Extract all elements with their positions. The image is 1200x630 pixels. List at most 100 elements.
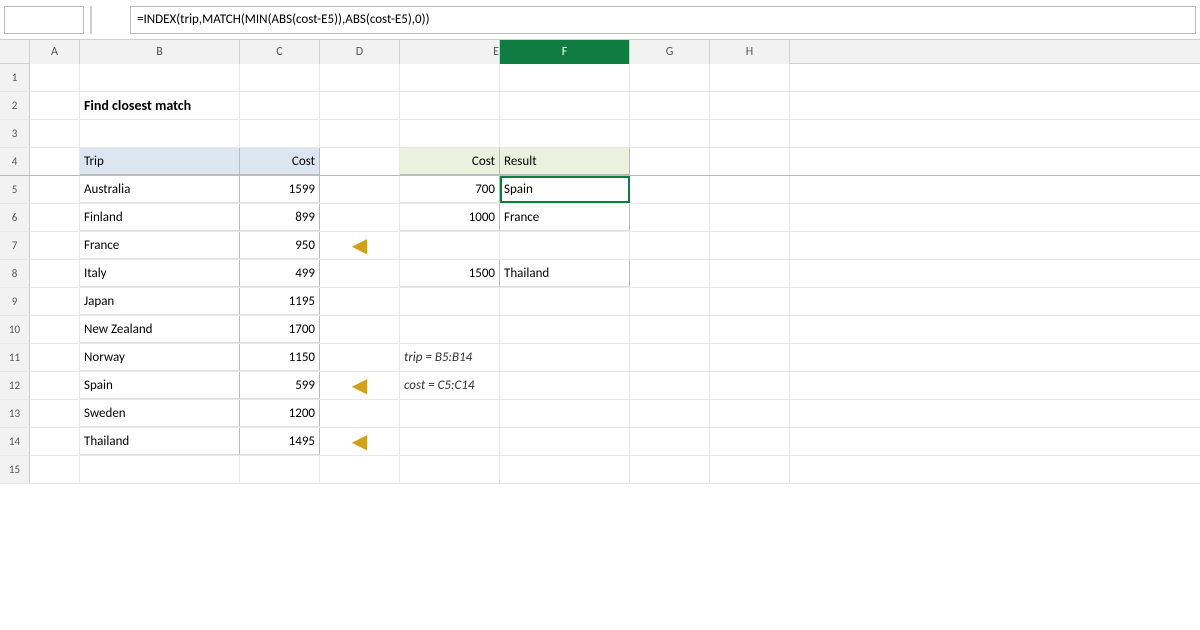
cell-b3[interactable] <box>80 120 240 147</box>
cell-reference-box[interactable] <box>4 6 84 34</box>
col-header-e[interactable]: E <box>400 40 500 64</box>
cell-c12[interactable]: 599 <box>240 372 320 399</box>
cell-a15[interactable] <box>30 456 80 483</box>
cell-b13[interactable]: Sweden <box>80 400 240 427</box>
cell-c2[interactable] <box>240 92 320 119</box>
cell-d10[interactable] <box>320 316 400 343</box>
cell-g4[interactable] <box>630 148 710 175</box>
cell-h1[interactable] <box>710 64 790 91</box>
cell-h9[interactable] <box>710 288 790 315</box>
cell-c1[interactable] <box>240 64 320 91</box>
col-header-b[interactable]: B <box>80 40 240 64</box>
cell-a11[interactable] <box>30 344 80 371</box>
cell-f1[interactable] <box>500 64 630 91</box>
cell-f7[interactable] <box>500 232 630 259</box>
cell-a3[interactable] <box>30 120 80 147</box>
col-header-f[interactable]: F <box>500 40 630 64</box>
cell-e15[interactable] <box>400 456 500 483</box>
cell-g15[interactable] <box>630 456 710 483</box>
cell-e12[interactable]: cost = C5:C14 <box>400 372 500 399</box>
cell-d9[interactable] <box>320 288 400 315</box>
cell-b14[interactable]: Thailand <box>80 428 240 455</box>
cell-g13[interactable] <box>630 400 710 427</box>
cell-f5[interactable]: Spain <box>500 176 630 203</box>
cell-g2[interactable] <box>630 92 710 119</box>
cell-c8[interactable]: 499 <box>240 260 320 287</box>
cell-g10[interactable] <box>630 316 710 343</box>
cell-a1[interactable] <box>30 64 80 91</box>
cell-d8[interactable] <box>320 260 400 287</box>
cell-c11[interactable]: 1150 <box>240 344 320 371</box>
cell-d15[interactable] <box>320 456 400 483</box>
cell-a4[interactable] <box>30 148 80 175</box>
cell-f9[interactable] <box>500 288 630 315</box>
cell-e1[interactable] <box>400 64 500 91</box>
cell-a7[interactable] <box>30 232 80 259</box>
cell-b7[interactable]: France <box>80 232 240 259</box>
col-header-c[interactable]: C <box>240 40 320 64</box>
cell-c13[interactable]: 1200 <box>240 400 320 427</box>
cell-h10[interactable] <box>710 316 790 343</box>
cell-c15[interactable] <box>240 456 320 483</box>
cell-c9[interactable]: 1195 <box>240 288 320 315</box>
cell-a13[interactable] <box>30 400 80 427</box>
cell-c4-header[interactable]: Cost <box>240 148 320 175</box>
cell-e5[interactable]: 700 <box>400 176 500 203</box>
cell-d5[interactable] <box>320 176 400 203</box>
cell-a2[interactable] <box>30 92 80 119</box>
cell-h14[interactable] <box>710 428 790 455</box>
cell-e11[interactable]: trip = B5:B14 <box>400 344 500 371</box>
cell-a8[interactable] <box>30 260 80 287</box>
cell-b15[interactable] <box>80 456 240 483</box>
cell-g1[interactable] <box>630 64 710 91</box>
cell-d6[interactable] <box>320 204 400 231</box>
cell-d11[interactable] <box>320 344 400 371</box>
cell-h11[interactable] <box>710 344 790 371</box>
cell-e8[interactable]: 1500 <box>400 260 500 287</box>
cell-b12[interactable]: Spain <box>80 372 240 399</box>
col-header-a[interactable]: A <box>30 40 80 64</box>
cell-h2[interactable] <box>710 92 790 119</box>
cell-f6[interactable]: France <box>500 204 630 231</box>
cell-h5[interactable] <box>710 176 790 203</box>
cell-h7[interactable] <box>710 232 790 259</box>
cell-c5[interactable]: 1599 <box>240 176 320 203</box>
cell-d1[interactable] <box>320 64 400 91</box>
cell-f13[interactable] <box>500 400 630 427</box>
cell-h4[interactable] <box>710 148 790 175</box>
cell-a9[interactable] <box>30 288 80 315</box>
cell-h3[interactable] <box>710 120 790 147</box>
cell-b6[interactable]: Finland <box>80 204 240 231</box>
cell-e3[interactable] <box>400 120 500 147</box>
cell-e2[interactable] <box>400 92 500 119</box>
cell-g6[interactable] <box>630 204 710 231</box>
cell-d2[interactable] <box>320 92 400 119</box>
cell-h6[interactable] <box>710 204 790 231</box>
cell-c10[interactable]: 1700 <box>240 316 320 343</box>
cell-a5[interactable] <box>30 176 80 203</box>
cell-g8[interactable] <box>630 260 710 287</box>
cell-f4-header[interactable]: Result <box>500 148 630 175</box>
col-header-d[interactable]: D <box>320 40 400 64</box>
cell-f11[interactable] <box>500 344 630 371</box>
cell-g3[interactable] <box>630 120 710 147</box>
cell-g12[interactable] <box>630 372 710 399</box>
cell-g14[interactable] <box>630 428 710 455</box>
cell-b9[interactable]: Japan <box>80 288 240 315</box>
cell-f10[interactable] <box>500 316 630 343</box>
cell-g9[interactable] <box>630 288 710 315</box>
cell-a14[interactable] <box>30 428 80 455</box>
cell-a12[interactable] <box>30 372 80 399</box>
cell-g7[interactable] <box>630 232 710 259</box>
cell-a10[interactable] <box>30 316 80 343</box>
cell-g11[interactable] <box>630 344 710 371</box>
col-header-g[interactable]: G <box>630 40 710 64</box>
cell-e4-header[interactable]: Cost <box>400 148 500 175</box>
cell-c3[interactable] <box>240 120 320 147</box>
cell-f3[interactable] <box>500 120 630 147</box>
cell-f14[interactable] <box>500 428 630 455</box>
cell-f8[interactable]: Thailand <box>500 260 630 287</box>
cell-c6[interactable]: 899 <box>240 204 320 231</box>
cell-e9[interactable] <box>400 288 500 315</box>
cell-g5[interactable] <box>630 176 710 203</box>
